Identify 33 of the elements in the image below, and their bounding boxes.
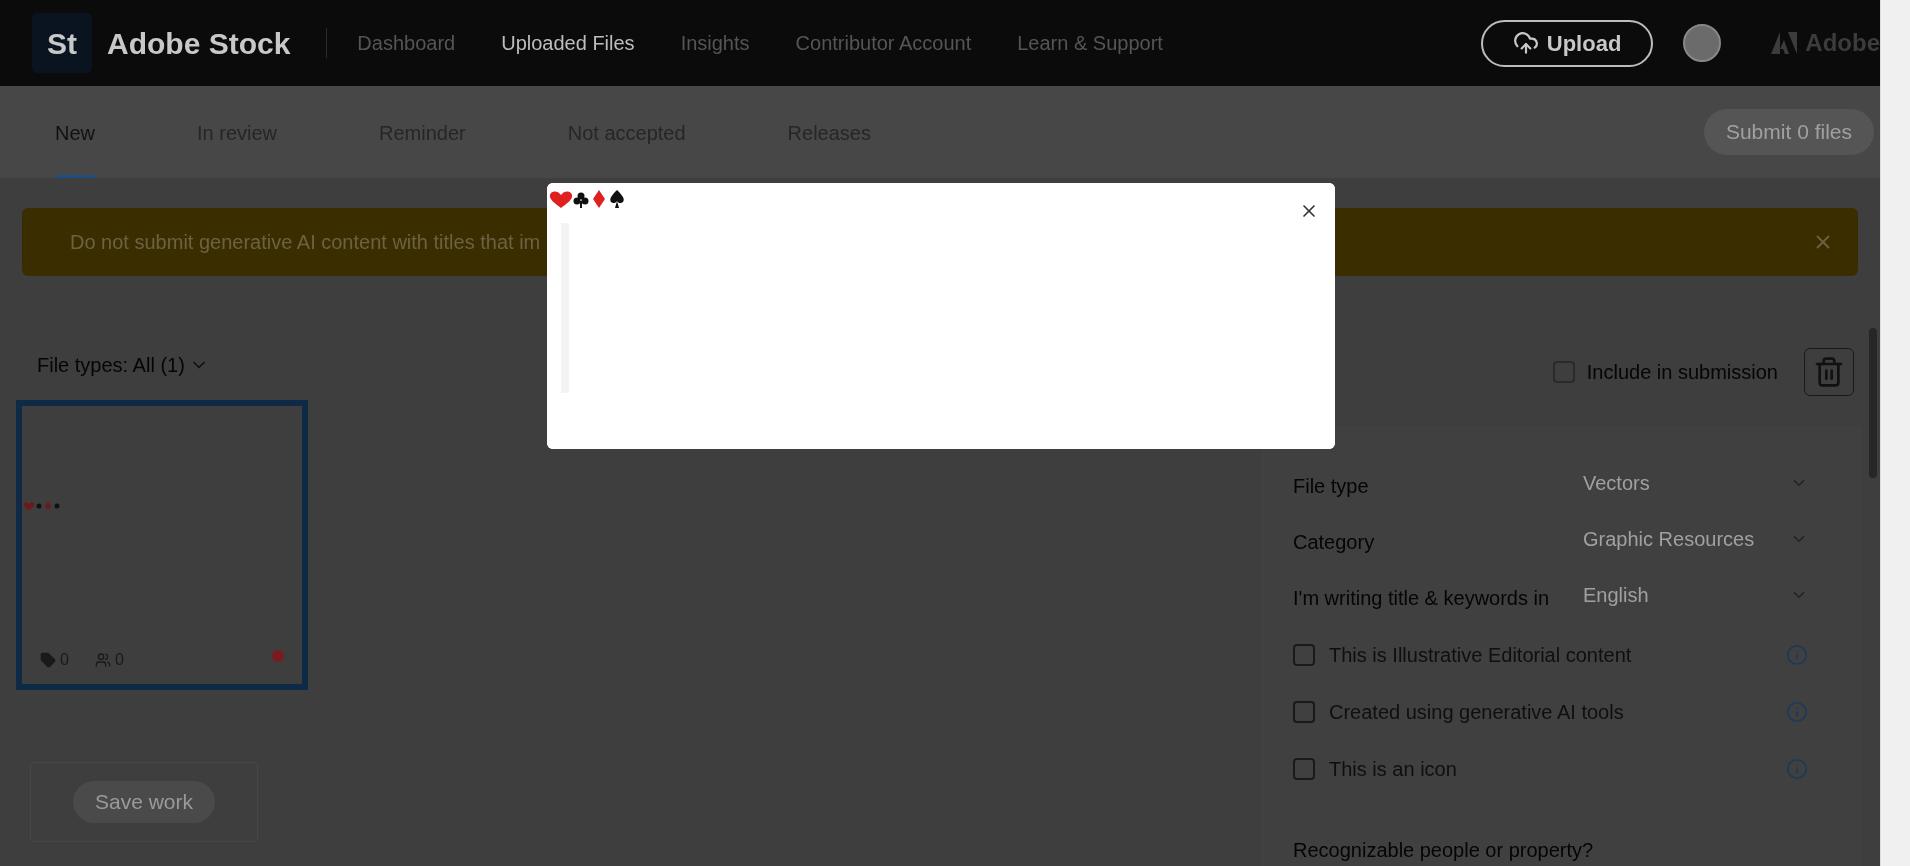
tag-icon — [40, 652, 56, 668]
field-label: File type — [1293, 474, 1370, 499]
banner-text: Do not submit generative AI content with titles that im — [70, 230, 541, 255]
file-type-filter[interactable]: File types: All (1) — [37, 350, 185, 380]
info-icon[interactable] — [1786, 643, 1808, 666]
scrollbar[interactable] — [1880, 0, 1910, 866]
trash-icon — [1813, 356, 1845, 388]
nav-link[interactable]: Dashboard — [357, 28, 456, 58]
select-field[interactable]: Vectors — [1583, 468, 1816, 498]
nav-link[interactable]: Learn & Support — [1017, 28, 1163, 58]
cloud-upload-icon — [1512, 30, 1539, 56]
checkbox[interactable] — [1293, 757, 1315, 780]
delete-button[interactable] — [1804, 348, 1854, 396]
nav-link[interactable]: Uploaded Files — [501, 28, 635, 58]
avatar[interactable] — [1683, 24, 1722, 62]
scrollbar-thumb[interactable] — [1869, 328, 1877, 478]
field-label: I'm writing title & keywords in — [1293, 586, 1551, 611]
upload-button[interactable]: Upload — [1480, 19, 1654, 67]
include-label: Include in submission — [1586, 360, 1778, 385]
checkbox[interactable] — [1293, 700, 1315, 723]
nav-link[interactable]: Contributor Account — [795, 28, 972, 58]
select-field[interactable]: Graphic Resources — [1583, 524, 1816, 554]
section-heading: Recognizable people or property? — [1293, 838, 1595, 863]
field-label: Category — [1293, 530, 1376, 555]
info-icon[interactable] — [1786, 700, 1808, 723]
brand-name: Adobe Stock — [107, 25, 291, 62]
select-field[interactable]: English — [1583, 580, 1816, 610]
checkbox[interactable] — [1293, 643, 1315, 666]
logo-mark[interactable]: St — [32, 13, 92, 73]
nav-link[interactable]: Insights — [680, 28, 750, 58]
adobe-logo-icon — [1771, 32, 1798, 54]
info-icon[interactable] — [1786, 757, 1808, 780]
people-icon — [94, 652, 111, 668]
